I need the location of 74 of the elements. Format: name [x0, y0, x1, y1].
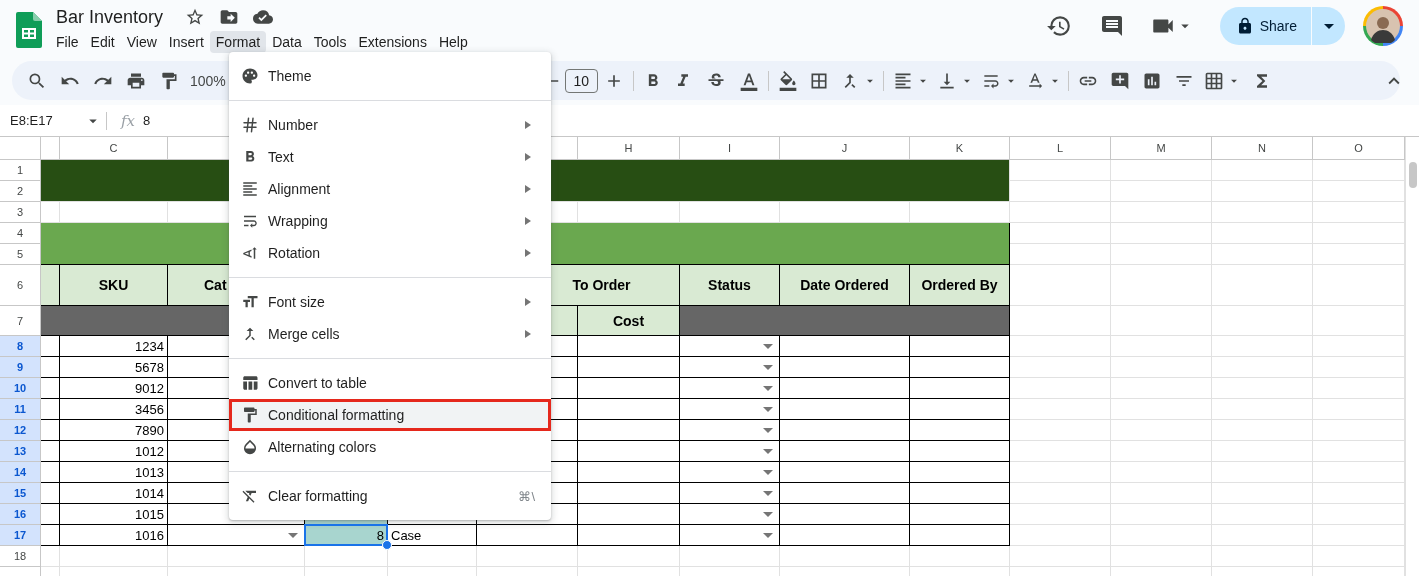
function-label: fx	[121, 111, 135, 130]
row-header[interactable]: 13	[0, 441, 41, 462]
column-header[interactable]: N	[1212, 137, 1313, 160]
menu-option[interactable]: Convert to table	[229, 367, 551, 399]
table-cell: 9012	[60, 378, 168, 399]
menu-item[interactable]: Edit	[84, 31, 121, 53]
column-header[interactable]: K	[910, 137, 1010, 160]
menu-option[interactable]: Rotation	[229, 237, 551, 269]
name-box[interactable]: E8:E17	[0, 111, 102, 130]
table-cell: 5678	[60, 357, 168, 378]
table-cell: 1016	[60, 525, 168, 546]
column-header[interactable]: C	[60, 137, 168, 160]
menu-item[interactable]: Tools	[307, 31, 353, 53]
formula-field[interactable]: 8	[143, 113, 151, 128]
table-cell: 7890	[60, 420, 168, 441]
row-header[interactable]: 12	[0, 420, 41, 441]
row-header[interactable]: 18	[0, 546, 41, 567]
menu-option[interactable]: Alignment	[229, 173, 551, 205]
font-size-field[interactable]: 10	[564, 68, 598, 93]
row-header[interactable]: 16	[0, 504, 41, 525]
row-header[interactable]: 17	[0, 525, 41, 546]
row-header[interactable]: 4	[0, 223, 41, 244]
column-header[interactable]: I	[680, 137, 780, 160]
column-title: To Order	[572, 277, 631, 293]
row-header[interactable]: 7	[0, 306, 41, 336]
menu-option[interactable]: Wrapping	[229, 205, 551, 237]
column-header[interactable]: J	[780, 137, 910, 160]
shortcut-text: ⌘\	[518, 488, 535, 504]
column-title: Cat	[204, 277, 227, 293]
column-title: Date Ordered	[780, 265, 910, 306]
column-title: SKU	[60, 265, 168, 306]
menu-item[interactable]: View	[120, 31, 163, 53]
row-header[interactable]: 11	[0, 399, 41, 420]
zoom-level[interactable]: 100%	[190, 72, 226, 89]
row-header[interactable]: 9	[0, 357, 41, 378]
menu-option[interactable]: Clear formatting ⌘\	[229, 480, 551, 512]
table-cell: 1014	[60, 483, 168, 504]
menu-item[interactable]: Extensions	[352, 31, 433, 53]
menu-item[interactable]: Help	[432, 31, 474, 53]
column-title: Ordered By	[910, 265, 1010, 306]
column-title: Status	[680, 265, 780, 306]
row-header[interactable]: 10	[0, 378, 41, 399]
menu-option[interactable]: Font size	[229, 286, 551, 318]
table-cell: 1234	[60, 336, 168, 357]
menu-item[interactable]: Insert	[162, 31, 210, 53]
column-header[interactable]: O	[1313, 137, 1405, 160]
menu-item[interactable]: Data	[266, 31, 308, 53]
menu-option[interactable]: Merge cells	[229, 318, 551, 350]
table-cell: 1013	[60, 462, 168, 483]
row-header[interactable]: 2	[0, 181, 41, 202]
column-header[interactable]: L	[1010, 137, 1111, 160]
table-cell: 1015	[60, 504, 168, 525]
row-header[interactable]: 3	[0, 202, 41, 223]
menu-option[interactable]: Theme	[229, 60, 551, 92]
column-title: Cost	[578, 306, 680, 336]
table-cell: 1012	[60, 441, 168, 462]
column-header[interactable]: H	[578, 137, 680, 160]
menu-option[interactable]: Number	[229, 109, 551, 141]
column-header[interactable]: M	[1111, 137, 1212, 160]
row-header[interactable]: 6	[0, 265, 41, 306]
menu-item[interactable]: Format	[209, 31, 267, 53]
row-header[interactable]: 14	[0, 462, 41, 483]
document-title[interactable]: Bar Inventory	[56, 6, 164, 28]
row-header[interactable]: 1	[0, 160, 41, 181]
row-header[interactable]: 5	[0, 244, 41, 265]
menu-option[interactable]: Conditional formatting	[229, 399, 551, 431]
menu-item[interactable]: File	[50, 31, 85, 53]
menu-option[interactable]: Alternating colors	[229, 431, 551, 463]
share-button[interactable]: Share	[1219, 7, 1311, 45]
row-header[interactable]: 8	[0, 336, 41, 357]
table-cell: 3456	[60, 399, 168, 420]
table-cell: Case	[388, 525, 477, 546]
row-header[interactable]: 15	[0, 483, 41, 504]
menu-option[interactable]: Text	[229, 141, 551, 173]
